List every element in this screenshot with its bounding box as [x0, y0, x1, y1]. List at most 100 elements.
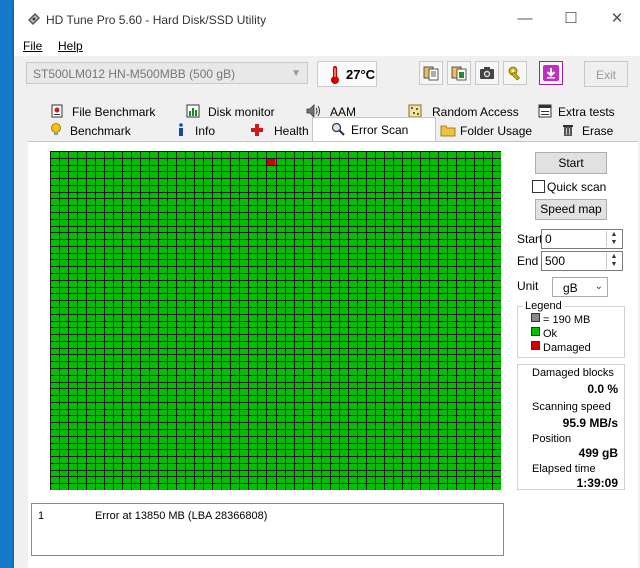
- window-title: HD Tune Pro 5.60 - Hard Disk/SSD Utility: [46, 13, 267, 27]
- block-map-grid: [50, 151, 501, 490]
- extra-tests-icon: [538, 104, 552, 118]
- copy-all-button[interactable]: [447, 61, 471, 85]
- damaged-block: [267, 159, 275, 165]
- lightbulb-icon: [51, 123, 61, 135]
- start-input-value: 0: [545, 232, 552, 246]
- tab-disk-monitor[interactable]: Disk monitor: [172, 102, 282, 121]
- tab-extra-tests[interactable]: Extra tests: [536, 102, 636, 121]
- position-label: Position: [532, 433, 572, 445]
- end-input-value: 500: [545, 254, 566, 268]
- tab-folder-usage[interactable]: Folder Usage: [436, 121, 550, 140]
- end-spinner[interactable]: ▲ ▼: [606, 253, 621, 269]
- close-button[interactable]: ✕: [594, 4, 640, 34]
- tab-label: File Benchmark: [72, 105, 156, 119]
- block-swatch: [531, 313, 540, 322]
- file-benchmark-icon: [51, 104, 63, 118]
- download-arrow-icon: [543, 65, 559, 81]
- start-input[interactable]: 0 ▲ ▼: [541, 229, 623, 249]
- start-scan-button[interactable]: Start: [535, 152, 607, 174]
- menu-help[interactable]: Help: [58, 39, 83, 53]
- end-field-label: End: [517, 254, 539, 268]
- tab-label: Info: [195, 124, 216, 138]
- elapsed-time-value: 1:39:09: [576, 476, 618, 490]
- copy-info-button[interactable]: [419, 61, 443, 85]
- temperature-value: 27°C: [346, 67, 376, 82]
- screenshot-button[interactable]: [475, 61, 499, 85]
- copy-all-icon: [451, 66, 467, 81]
- damaged-blocks-label: Damaged blocks: [532, 367, 614, 379]
- legend-title: Legend: [523, 300, 564, 312]
- speed-map-button[interactable]: Speed map: [535, 199, 607, 220]
- position-value: 499 gB: [578, 446, 618, 460]
- title-bar: HD Tune Pro 5.60 - Hard Disk/SSD Utility…: [14, 0, 640, 38]
- log-entry-number: 1: [38, 510, 45, 522]
- save-button[interactable]: [539, 61, 563, 85]
- health-cross-icon: [251, 124, 263, 136]
- legend-block-size: = 190 MB: [531, 313, 590, 326]
- tab-file-benchmark[interactable]: File Benchmark: [36, 102, 158, 121]
- spin-up-icon[interactable]: ▲: [607, 231, 621, 239]
- minimize-button[interactable]: —: [502, 4, 548, 34]
- spin-up-icon[interactable]: ▲: [607, 253, 621, 261]
- toolbar: ST500LM012 HN-M500MBB (500 gB) ▼ 27°C Ex…: [14, 56, 640, 98]
- quick-scan-label: Quick scan: [547, 180, 607, 194]
- unit-field-label: Unit: [517, 279, 539, 293]
- tab-erase[interactable]: Erase: [554, 121, 638, 140]
- damaged-blocks-value: 0.0 %: [587, 382, 618, 396]
- start-field-label: Start: [517, 232, 543, 246]
- error-log-list[interactable]: 1 Error at 13850 MB (LBA 28366808): [31, 503, 504, 556]
- scanning-speed-value: 95.9 MB/s: [562, 416, 618, 430]
- copy-icon: [423, 66, 439, 81]
- options-button[interactable]: [503, 61, 527, 85]
- tab-info[interactable]: Info: [164, 121, 238, 140]
- chevron-down-icon: ⌄: [594, 281, 603, 292]
- scanning-speed-label: Scanning speed: [532, 401, 611, 413]
- speaker-icon: [306, 104, 320, 118]
- chevron-down-icon: ▼: [291, 68, 301, 79]
- elapsed-time-label: Elapsed time: [532, 463, 596, 475]
- menu-file[interactable]: File: [23, 39, 42, 53]
- tab-label: Random Access: [432, 105, 519, 119]
- tab-label: Erase: [582, 124, 614, 138]
- app-window: HD Tune Pro 5.60 - Hard Disk/SSD Utility…: [14, 0, 640, 568]
- ok-swatch: [531, 327, 540, 336]
- scanned-area: [50, 151, 501, 490]
- tab-label: Extra tests: [558, 105, 615, 119]
- drive-select-value: ST500LM012 HN-M500MBB (500 gB): [33, 67, 236, 81]
- magnifier-icon: [331, 122, 345, 136]
- menu-bar: File Help: [14, 38, 640, 56]
- folder-icon: [440, 125, 456, 137]
- log-entry-text: Error at 13850 MB (LBA 28366808): [95, 510, 268, 522]
- legend-block-size-text: = 190 MB: [543, 314, 591, 326]
- damaged-swatch: [531, 341, 540, 350]
- info-icon: [179, 123, 183, 136]
- trash-can-icon: [563, 125, 573, 136]
- tab-label: Health: [274, 124, 309, 138]
- tab-label: Folder Usage: [460, 124, 533, 138]
- quick-scan-checkbox[interactable]: [532, 180, 545, 193]
- legend-ok: Ok: [531, 327, 557, 340]
- temperature-display: 27°C: [317, 61, 377, 87]
- tab-label: Disk monitor: [208, 105, 275, 119]
- camera-icon: [480, 67, 494, 79]
- tab-label: Benchmark: [70, 124, 131, 138]
- thermometer-icon: [331, 66, 339, 84]
- disk-monitor-icon: [186, 104, 200, 118]
- end-input[interactable]: 500 ▲ ▼: [541, 251, 623, 271]
- tab-benchmark[interactable]: Benchmark: [36, 121, 158, 140]
- legend-damaged-text: Damaged: [543, 342, 591, 354]
- unit-select-value: gB: [563, 281, 578, 295]
- unit-select[interactable]: gB ⌄: [552, 277, 608, 297]
- exit-button[interactable]: Exit: [584, 61, 628, 87]
- random-access-icon: [408, 104, 422, 118]
- maximize-button[interactable]: ☐: [548, 4, 594, 34]
- start-spinner[interactable]: ▲ ▼: [606, 231, 621, 247]
- legend-damaged: Damaged: [531, 341, 591, 354]
- spin-down-icon[interactable]: ▼: [607, 261, 621, 269]
- legend-ok-text: Ok: [543, 328, 558, 340]
- tab-label: Error Scan: [351, 123, 409, 137]
- drive-select[interactable]: ST500LM012 HN-M500MBB (500 gB) ▼: [26, 62, 308, 84]
- wrench-icon: [508, 66, 520, 81]
- spin-down-icon[interactable]: ▼: [607, 239, 621, 247]
- tab-error-scan[interactable]: Error Scan: [312, 117, 436, 142]
